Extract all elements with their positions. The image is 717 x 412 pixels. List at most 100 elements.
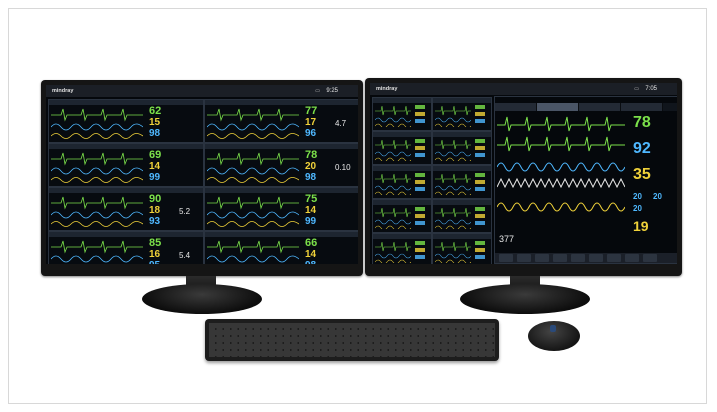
bp-value: 0.10 [335, 163, 351, 172]
keyboard[interactable] [205, 319, 499, 361]
patient-tile[interactable]: 77 17 96 4.7 [204, 99, 358, 143]
spo2-value: 16 [149, 249, 161, 260]
hr-value: 75 [305, 193, 318, 205]
hr-mini [415, 105, 425, 109]
patient-tile[interactable]: 78 20 98 0.10 [204, 143, 358, 187]
rr-mini [475, 187, 485, 191]
right-stand-base [460, 284, 590, 314]
ecg-waveform [435, 241, 471, 263]
rr-mini [415, 187, 425, 191]
small-patient-tile[interactable] [432, 131, 492, 165]
small-patient-tile[interactable] [372, 165, 432, 199]
hr-value: 69 [149, 149, 162, 161]
small-patient-tile[interactable] [432, 165, 492, 199]
spo2-value: 14 [149, 161, 161, 172]
tile-header [433, 132, 491, 137]
bp-value: 5.4 [179, 251, 191, 260]
rr-value: 98 [305, 261, 316, 265]
spo2-mini [415, 214, 425, 218]
left-monitor: mindray ▭ 9:25 62 15 98 77 17 96 4.7 69 14 99 78 20… [41, 80, 363, 276]
ecg-waveform [51, 196, 143, 227]
ecg-waveform [435, 207, 471, 229]
small-patient-tile[interactable] [372, 97, 432, 131]
rr-value: 98 [305, 172, 317, 183]
spo2-mini [415, 146, 425, 150]
patient-tile[interactable]: 851695 5.4 [48, 231, 204, 264]
tile-header [373, 132, 431, 137]
quick-button-2[interactable] [517, 254, 531, 262]
tile-header [49, 188, 203, 193]
hr-mini [415, 139, 425, 143]
bp-value: 4.7 [335, 119, 347, 128]
quick-button-5[interactable] [571, 254, 585, 262]
ecg-waveform [207, 240, 299, 263]
spo2-mini [475, 180, 485, 184]
spo2-value: 18 [149, 205, 161, 216]
rr-mini [475, 255, 485, 259]
tab-1[interactable] [495, 103, 537, 111]
bed-icon[interactable]: ▭ [315, 85, 320, 97]
hr-mini [475, 207, 485, 211]
small-patient-tile[interactable] [432, 233, 492, 264]
ecg-waveform [207, 196, 299, 227]
left-clock: 9:25 [326, 88, 338, 94]
detail-rr: 35 [633, 166, 651, 183]
small-patient-tile[interactable] [432, 199, 492, 233]
rr-mini [415, 119, 425, 123]
ecg-waveform [51, 152, 143, 183]
hr-mini [475, 105, 485, 109]
tile-header [373, 234, 431, 239]
detail-value-4: 20 [633, 192, 642, 201]
hr-value: 62 [149, 105, 162, 117]
spo2-value: 14 [305, 205, 317, 216]
tab-2[interactable] [537, 103, 579, 111]
ecg-waveform [375, 173, 411, 195]
patient-tile[interactable]: 62 15 98 [48, 99, 204, 143]
right-topbar: mindray ▭ 7:05 [370, 83, 677, 95]
quick-button-1[interactable] [499, 254, 513, 262]
tile-header [373, 98, 431, 103]
quick-button-3[interactable] [535, 254, 549, 262]
small-patient-tile[interactable] [432, 97, 492, 131]
hr-value: 78 [305, 149, 318, 161]
tile-header [433, 234, 491, 239]
quick-button-7[interactable] [607, 254, 621, 262]
hr-mini [475, 173, 485, 177]
tile-header [205, 188, 358, 193]
ecg-waveform [435, 139, 471, 161]
quick-button-4[interactable] [553, 254, 567, 262]
ecg-waveform [375, 105, 411, 127]
rr-value: 98 [149, 128, 161, 139]
rr-mini [415, 221, 425, 225]
tile-header [433, 98, 491, 103]
ecg-waveform [375, 139, 411, 161]
tile-header [205, 144, 358, 149]
quick-button-6[interactable] [589, 254, 603, 262]
small-patient-tile[interactable] [372, 199, 432, 233]
tile-header [49, 232, 203, 237]
spo2-mini [415, 180, 425, 184]
patient-tile[interactable]: 69 14 99 [48, 143, 204, 187]
tab-3[interactable] [579, 103, 621, 111]
small-patient-tile[interactable] [372, 131, 432, 165]
mouse-wheel [550, 325, 556, 332]
bed-icon[interactable]: ▭ [634, 83, 639, 95]
brand-logo: mindray [376, 86, 398, 92]
detail-view[interactable]: 78 92 35 20 20 20 19 377 [494, 96, 677, 264]
small-patient-tile[interactable] [372, 233, 432, 264]
spo2-mini [415, 112, 425, 116]
patient-tile[interactable]: 90 18 93 5.2 [48, 187, 204, 231]
detail-value-5: 20 [633, 204, 642, 213]
tile-header [49, 144, 203, 149]
patient-tile[interactable]: 661498 [204, 231, 358, 264]
ecg-waveform [435, 173, 471, 195]
mouse[interactable] [528, 321, 580, 351]
rr-mini [475, 153, 485, 157]
quick-button-9[interactable] [643, 254, 657, 262]
left-topbar: mindray ▭ 9:25 [46, 85, 358, 97]
rr-value: 99 [305, 216, 317, 227]
patient-tile[interactable]: 75 14 99 [204, 187, 358, 231]
tile-header [433, 166, 491, 171]
tab-4[interactable] [621, 103, 663, 111]
quick-button-8[interactable] [625, 254, 639, 262]
